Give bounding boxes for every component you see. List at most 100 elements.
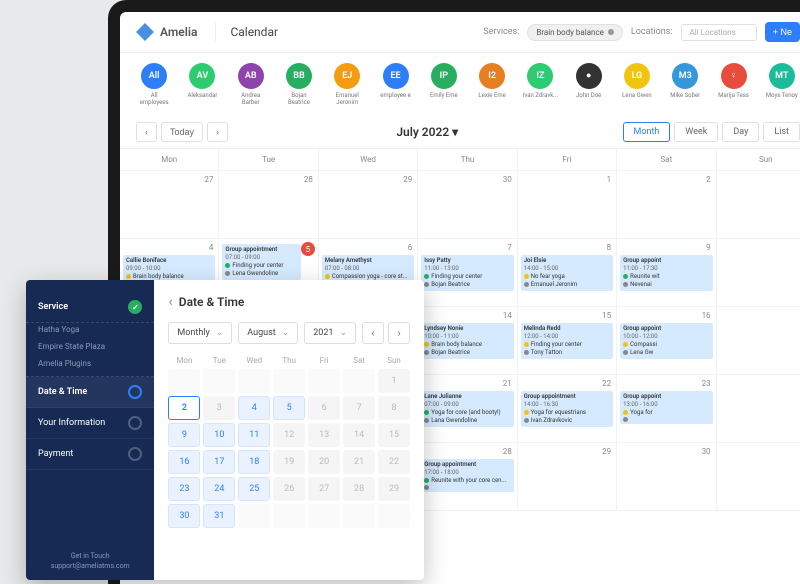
service-tag[interactable]: Brain body balance: [527, 24, 623, 41]
calendar-cell[interactable]: 10: [717, 239, 800, 307]
mini-date-cell[interactable]: 12: [273, 423, 305, 447]
calendar-cell[interactable]: 17: [717, 307, 800, 375]
mini-date-cell[interactable]: 7: [343, 396, 375, 420]
calendar-cell[interactable]: 15 Melinda Redd 12:00 - 14:00 Finding yo…: [518, 307, 617, 375]
employee-chip[interactable]: LGLena Gwen: [619, 63, 655, 106]
mini-date-cell[interactable]: 30: [168, 504, 200, 528]
step-info[interactable]: Your Information: [26, 408, 154, 439]
mini-date-cell[interactable]: 22: [378, 450, 410, 474]
month-label[interactable]: July 2022 ▾: [396, 125, 458, 139]
appointment-card[interactable]: Lane Julianne 07:00 - 09:00 Yoga for cor…: [421, 391, 513, 426]
service-item[interactable]: Empire State Plaza: [26, 340, 154, 357]
today-button[interactable]: Today: [161, 122, 203, 142]
step-datetime[interactable]: Date & Time: [26, 377, 154, 408]
appointment-card[interactable]: Group appoint 13:00 - 16:00 Yoga for: [620, 391, 712, 423]
appointment-card[interactable]: Issy Patty 11:00 - 13:00 Finding your ce…: [421, 255, 513, 290]
step-service[interactable]: Service✓: [26, 292, 154, 323]
month-select[interactable]: August: [238, 322, 298, 344]
calendar-cell[interactable]: 23 Group appoint 13:00 - 16:00 Yoga for: [617, 375, 716, 443]
view-tab[interactable]: Month: [623, 122, 671, 142]
mini-date-cell[interactable]: 4: [238, 396, 270, 420]
mini-date-cell[interactable]: 3: [203, 396, 235, 420]
view-tab[interactable]: Day: [722, 122, 759, 142]
year-select[interactable]: 2021: [304, 322, 356, 344]
mini-date-cell[interactable]: 1: [378, 369, 410, 393]
service-item[interactable]: Amelia Plugins: [26, 357, 154, 377]
appointment-card[interactable]: Group appointment 14:00 - 16:30 Yoga for…: [521, 391, 613, 426]
mini-date-cell[interactable]: 31: [203, 504, 235, 528]
mini-next-button[interactable]: ›: [388, 322, 410, 344]
mini-date-cell[interactable]: 5: [273, 396, 305, 420]
employee-chip[interactable]: IZIvan Zdravk...: [522, 63, 558, 106]
calendar-cell[interactable]: 22 Group appointment 14:00 - 16:30 Yoga …: [518, 375, 617, 443]
calendar-cell[interactable]: 14 Lyndsey Nonie 10:00 - 11:00 Brain bod…: [418, 307, 517, 375]
calendar-cell[interactable]: 2: [617, 171, 716, 239]
mini-date-cell[interactable]: 15: [378, 423, 410, 447]
employee-chip[interactable]: I2Lexie Eme: [474, 63, 510, 106]
mini-date-cell[interactable]: 13: [308, 423, 340, 447]
mini-date-cell[interactable]: 24: [203, 477, 235, 501]
employee-chip[interactable]: MTMoys Tenoy: [764, 63, 800, 106]
appointment-card[interactable]: Joi Elsie 14:00 - 15:00 No fear yoga Ema…: [521, 255, 613, 290]
view-tab[interactable]: List: [763, 122, 800, 142]
appointment-card[interactable]: Melinda Redd 12:00 - 14:00 Finding your …: [521, 323, 613, 358]
mini-date-cell[interactable]: 21: [343, 450, 375, 474]
employee-chip[interactable]: BBBojan Beatrice: [281, 63, 317, 106]
calendar-cell[interactable]: 28: [219, 171, 318, 239]
mini-date-cell[interactable]: 10: [203, 423, 235, 447]
employee-chip[interactable]: AVAleksandar: [184, 63, 220, 106]
mini-date-cell[interactable]: 9: [168, 423, 200, 447]
mini-date-cell[interactable]: 2: [168, 396, 200, 420]
calendar-cell[interactable]: 30: [418, 171, 517, 239]
appointment-card[interactable]: Lyndsey Nonie 10:00 - 11:00 Brain body b…: [421, 323, 513, 358]
prev-button[interactable]: ‹: [136, 122, 157, 142]
mini-date-cell[interactable]: 18: [238, 450, 270, 474]
new-button[interactable]: + Ne: [765, 22, 800, 42]
calendar-cell[interactable]: 3: [717, 171, 800, 239]
mini-date-cell[interactable]: 19: [273, 450, 305, 474]
calendar-cell[interactable]: 24: [717, 375, 800, 443]
calendar-cell[interactable]: 21 Lane Julianne 07:00 - 09:00 Yoga for …: [418, 375, 517, 443]
employee-chip[interactable]: ♀Marija Tess: [715, 63, 751, 106]
mini-date-cell[interactable]: 26: [273, 477, 305, 501]
step-payment[interactable]: Payment: [26, 439, 154, 470]
calendar-cell[interactable]: 27: [120, 171, 219, 239]
next-button[interactable]: ›: [207, 122, 228, 142]
locations-select[interactable]: All Locations: [681, 24, 757, 41]
appointment-card[interactable]: Group appoint 10:00 - 12:00 Compassi Len…: [620, 323, 712, 358]
mini-date-cell[interactable]: 20: [308, 450, 340, 474]
employee-chip[interactable]: M3Mike Sober: [667, 63, 703, 106]
mini-date-cell[interactable]: 27: [308, 477, 340, 501]
employee-chip[interactable]: IPEmily Eme: [426, 63, 462, 106]
mini-date-cell[interactable]: 25: [238, 477, 270, 501]
calendar-cell[interactable]: 29: [319, 171, 418, 239]
employee-chip[interactable]: EEemployee e: [377, 63, 413, 106]
employee-chip[interactable]: ABAndrea Barber: [233, 63, 269, 106]
employee-chip[interactable]: ●John Doe: [571, 63, 607, 106]
appointment-card[interactable]: Group appointment 07:00 - 09:00 Finding …: [222, 244, 300, 279]
calendar-cell[interactable]: 1: [518, 171, 617, 239]
mini-date-cell[interactable]: 29: [378, 477, 410, 501]
calendar-cell[interactable]: 9 Group appoint 11:00 - 17:30 Reunite wi…: [617, 239, 716, 307]
mini-date-cell[interactable]: 16: [168, 450, 200, 474]
mini-date-cell[interactable]: 6: [308, 396, 340, 420]
calendar-cell[interactable]: 29: [518, 443, 617, 511]
calendar-cell[interactable]: 31: [717, 443, 800, 511]
calendar-cell[interactable]: 8 Joi Elsie 14:00 - 15:00 No fear yoga E…: [518, 239, 617, 307]
appointment-card[interactable]: Group appoint 11:00 - 17:30 Reunite wit …: [620, 255, 712, 290]
mini-date-cell[interactable]: 8: [378, 396, 410, 420]
mini-date-cell[interactable]: 23: [168, 477, 200, 501]
appointment-card[interactable]: Group appointment 17:00 - 18:00 Reunite …: [421, 459, 513, 491]
mini-date-cell[interactable]: 17: [203, 450, 235, 474]
employee-chip[interactable]: EJEmanuel Jeronim: [329, 63, 365, 106]
view-tab[interactable]: Week: [674, 122, 718, 142]
service-item[interactable]: Hatha Yoga: [26, 323, 154, 340]
recurrence-select[interactable]: Monthly: [168, 322, 232, 344]
mini-date-cell[interactable]: 11: [238, 423, 270, 447]
employee-chip[interactable]: AllAll employees: [136, 63, 172, 106]
calendar-cell[interactable]: 30: [617, 443, 716, 511]
mini-date-cell[interactable]: 28: [343, 477, 375, 501]
calendar-cell[interactable]: 7 Issy Patty 11:00 - 13:00 Finding your …: [418, 239, 517, 307]
calendar-cell[interactable]: 28 Group appointment 17:00 - 18:00 Reuni…: [418, 443, 517, 511]
mini-date-cell[interactable]: 14: [343, 423, 375, 447]
